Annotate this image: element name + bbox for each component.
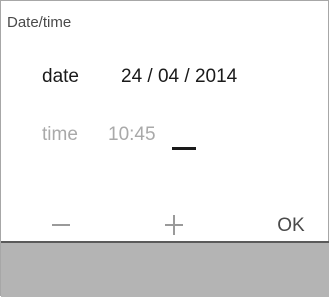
plus-icon [165, 215, 183, 235]
time-value[interactable]: 10:45 [108, 124, 156, 146]
decrement-button[interactable] [41, 211, 81, 239]
minus-icon [52, 224, 70, 226]
ok-button[interactable]: OK [269, 213, 313, 239]
time-label: time [42, 124, 78, 145]
date-time-dialog: Date/time date 24 / 04 / 2014 time 10:45… [0, 0, 329, 297]
date-value[interactable]: 24 / 04 / 2014 [121, 66, 237, 88]
bottom-panel [1, 243, 329, 297]
increment-button[interactable] [154, 211, 194, 239]
date-label: date [42, 66, 79, 87]
header-title: Date/time [7, 14, 72, 31]
text-cursor [172, 147, 196, 150]
